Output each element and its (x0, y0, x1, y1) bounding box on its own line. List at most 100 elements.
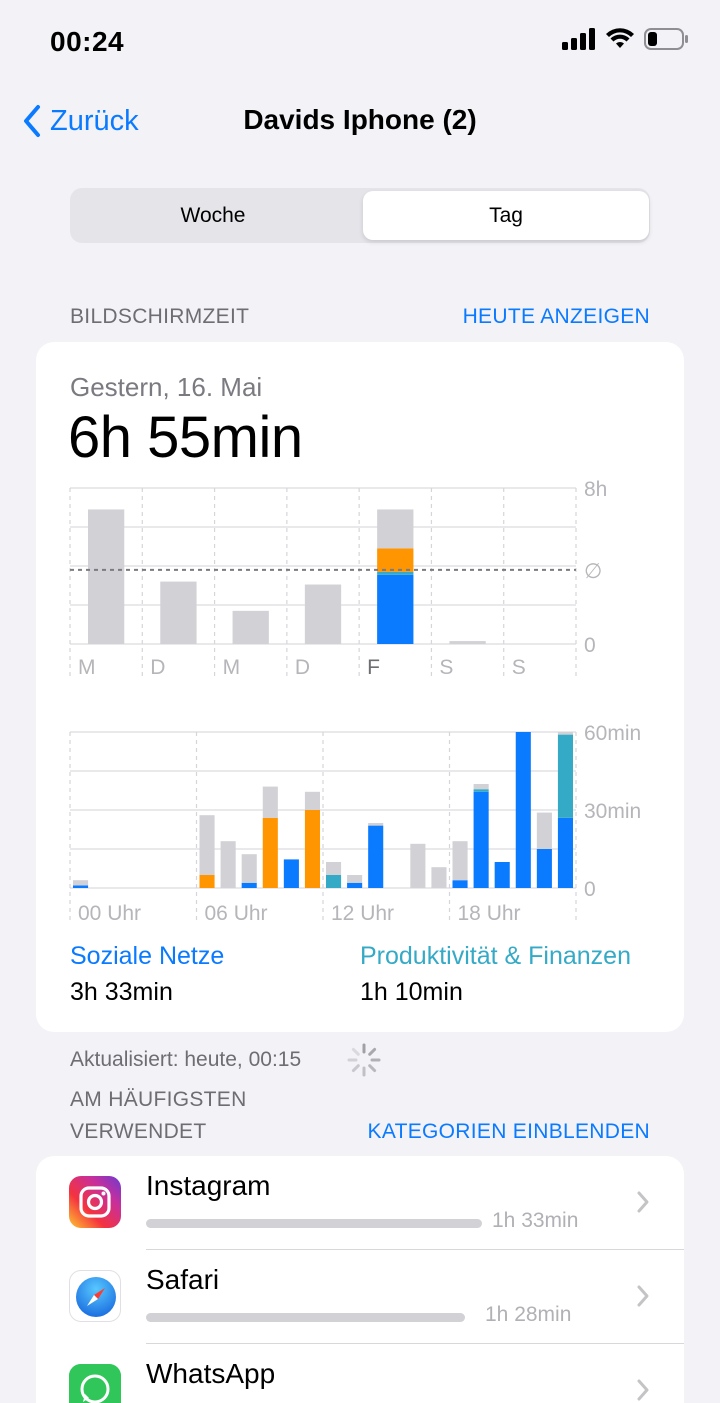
y-tick-label: 8h (584, 478, 607, 501)
bar-segment (494, 862, 510, 888)
instagram-icon (69, 1176, 121, 1228)
bar-segment (199, 875, 215, 888)
app-usage-bar (146, 1219, 482, 1228)
x-tick-label: 18 Uhr (458, 902, 521, 925)
bar-segment (452, 841, 468, 881)
bar-segment (262, 817, 278, 888)
bar-segment (431, 867, 447, 888)
bar-segment (515, 732, 531, 888)
bar-segment (377, 548, 414, 572)
x-tick-label: 00 Uhr (78, 902, 141, 925)
bar-segment (473, 789, 489, 792)
bar-segment (160, 581, 197, 644)
bar-segment (347, 882, 363, 888)
total-screen-time: 6h 55min (68, 405, 303, 470)
bar-segment (557, 734, 573, 818)
weekly-usage-chart[interactable]: M D M D F S S 0 ∅ 8h (36, 472, 684, 682)
day-label: F (367, 656, 380, 679)
bar-segment (232, 610, 269, 644)
most-used-label-line1: AM HÄUFIGSTEN (70, 1088, 247, 1111)
bar-segment (377, 574, 414, 644)
bar-segment (241, 882, 257, 888)
app-row-instagram[interactable]: Instagram 1h 33min (36, 1156, 684, 1250)
bar-segment (377, 509, 414, 549)
screen-time-section-label: BILDSCHIRMZEIT (70, 305, 250, 328)
bar-segment (536, 812, 552, 849)
bar-segment (536, 849, 552, 888)
legend-productivity-name: Produktivität & Finanzen (360, 942, 631, 970)
screen-time-card[interactable]: Gestern, 16. Mai 6h 55min M D M D F S S 0 ∅ 8h 00… (36, 342, 684, 1032)
bar-segment (262, 786, 278, 818)
most-used-label-line2: VERWENDET (70, 1120, 207, 1143)
bar-segment (326, 862, 342, 875)
show-categories-link[interactable]: KATEGORIEN EINBLENDEN (368, 1120, 650, 1144)
period-segmented-control: Woche Tag (70, 188, 650, 243)
bar-segment (241, 854, 257, 883)
battery-icon (644, 28, 688, 50)
bar-segment (199, 815, 215, 875)
date-label: Gestern, 16. Mai (70, 372, 263, 402)
y-tick-label: 0 (584, 634, 596, 657)
chevron-right-icon (637, 1379, 649, 1401)
bar-segment (410, 843, 426, 888)
loading-spinner-icon (347, 1043, 381, 1077)
y-tick-label: 30min (584, 800, 641, 823)
bar-segment (326, 875, 342, 888)
chevron-right-icon (637, 1191, 649, 1213)
bar-segment (557, 732, 573, 735)
day-label: D (150, 656, 165, 679)
bar-segment (557, 817, 573, 888)
bar-segment (304, 584, 342, 644)
day-label: D (295, 656, 310, 679)
day-label: S (439, 656, 453, 679)
app-row-whatsapp[interactable]: WhatsApp (36, 1344, 684, 1403)
app-name: WhatsApp (146, 1358, 276, 1389)
bar-segment (452, 880, 468, 888)
bar-segment (473, 784, 489, 790)
legend-productivity-value: 1h 10min (360, 978, 463, 1006)
hourly-usage-chart[interactable]: 00 Uhr 06 Uhr 12 Uhr 18 Uhr 0 30min 60min (36, 717, 684, 927)
segment-day[interactable]: Tag (363, 191, 649, 240)
app-usage-bar (146, 1313, 466, 1322)
bar-segment (88, 509, 125, 644)
segment-week[interactable]: Woche (70, 191, 356, 240)
bar-segment (473, 791, 489, 888)
chevron-right-icon (637, 1285, 649, 1307)
cellular-signal-icon (562, 28, 595, 50)
y-tick-label: 0 (584, 878, 596, 901)
bar-segment (449, 641, 486, 644)
bar-segment (368, 825, 384, 888)
bar-segment (304, 791, 320, 810)
app-usage-time: 1h 28min (485, 1303, 572, 1326)
status-icons (562, 28, 690, 50)
day-label: S (512, 656, 526, 679)
app-name: Safari (146, 1264, 220, 1295)
bar-segment (283, 859, 299, 888)
bar-segment (377, 571, 414, 575)
app-row-safari[interactable]: Safari 1h 28min (36, 1250, 684, 1344)
most-used-apps-list: Instagram 1h 33min Safari 1h 28min Whats… (36, 1156, 684, 1403)
show-today-link[interactable]: HEUTE ANZEIGEN (463, 305, 650, 329)
bar-segment (347, 875, 363, 883)
safari-icon (69, 1270, 121, 1322)
bar-segment (73, 880, 89, 886)
day-label: M (223, 656, 241, 679)
x-tick-label: 12 Uhr (331, 902, 394, 925)
y-tick-label: 60min (584, 722, 641, 745)
y-tick-label: ∅ (584, 560, 602, 583)
updated-label: Aktualisiert: heute, 00:15 (70, 1048, 302, 1071)
bar-segment (220, 841, 236, 888)
bar-segment (304, 810, 320, 888)
x-tick-label: 06 Uhr (205, 902, 268, 925)
whatsapp-icon (69, 1364, 121, 1403)
app-usage-time: 1h 33min (492, 1209, 579, 1232)
day-label: M (78, 656, 96, 679)
page-title: Davids Iphone (2) (243, 104, 477, 135)
wifi-icon (606, 28, 634, 48)
bar-segment (73, 885, 89, 888)
legend-social-value: 3h 33min (70, 978, 173, 1006)
status-time: 00:24 (50, 26, 125, 57)
bar-segment (368, 823, 384, 826)
legend-social-name: Soziale Netze (70, 942, 225, 970)
app-name: Instagram (146, 1170, 271, 1201)
